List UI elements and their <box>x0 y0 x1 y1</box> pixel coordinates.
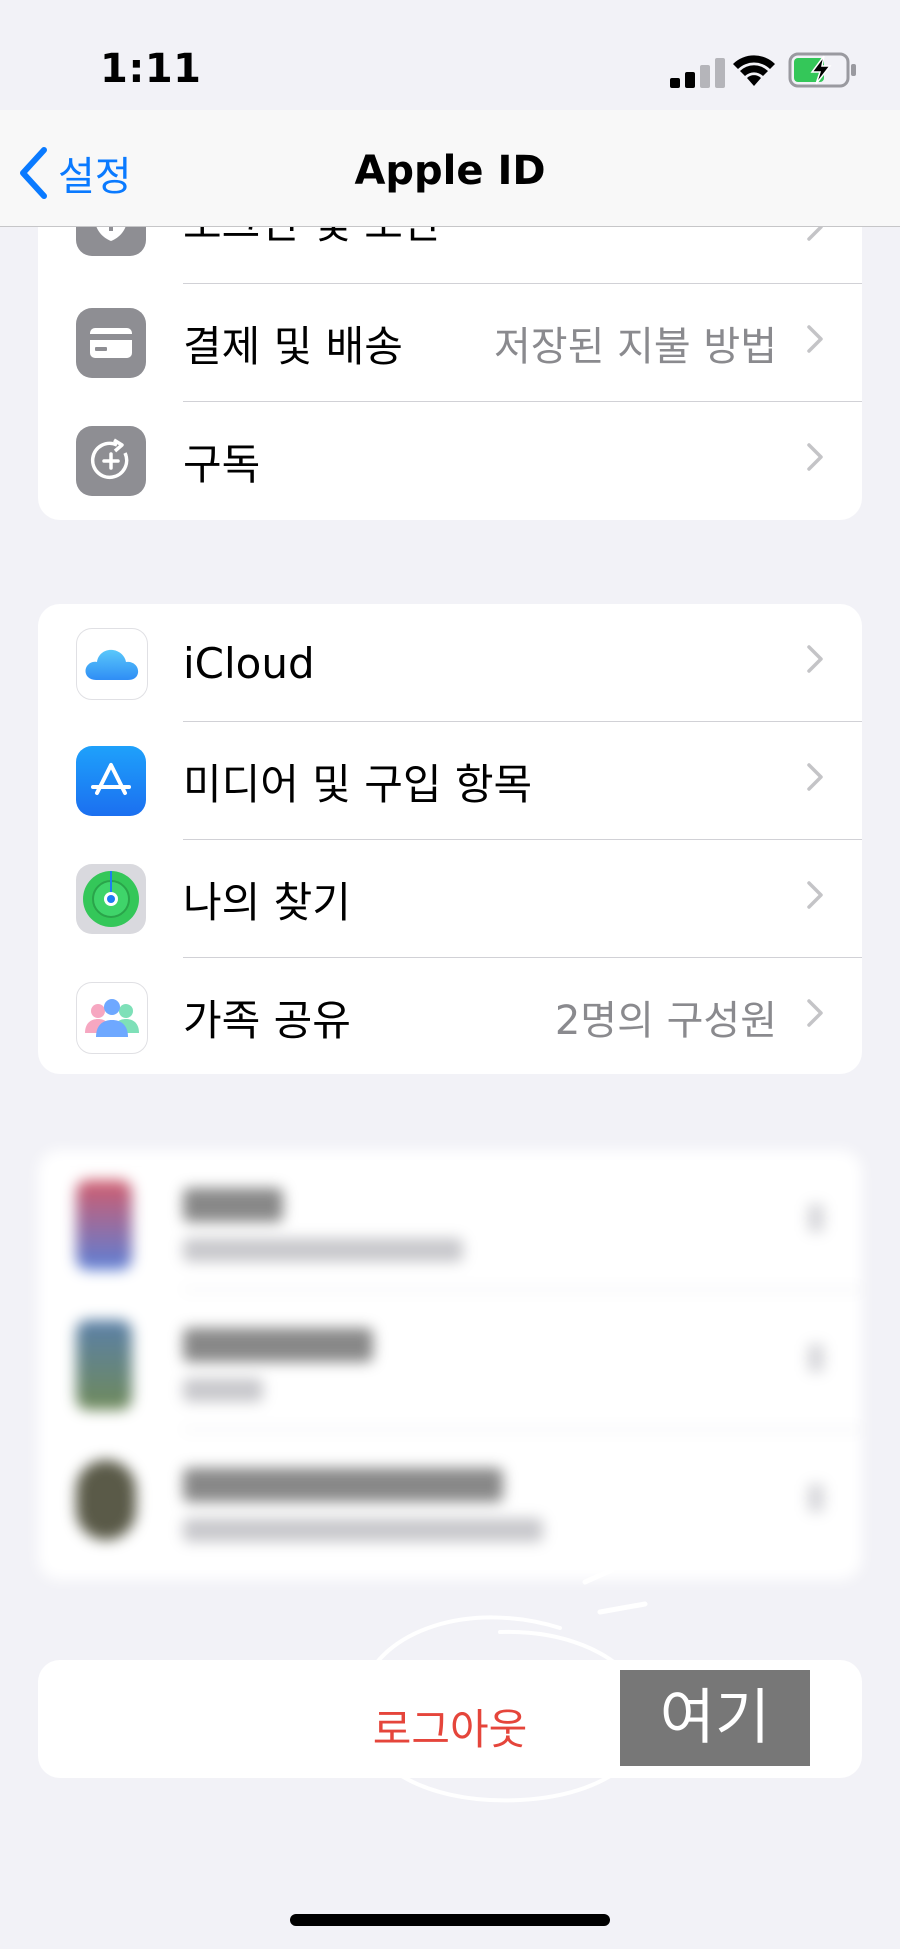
icloud-icon <box>76 628 148 700</box>
row-label: iCloud <box>183 638 315 688</box>
family-sharing-icon <box>76 982 148 1054</box>
row-icloud[interactable]: iCloud <box>38 604 862 722</box>
device-thumbnail <box>76 1180 132 1270</box>
row-payment-shipping[interactable]: 결제 및 배송 저장된 지불 방법 <box>38 284 862 402</box>
row-value: 2명의 구성원 <box>554 998 777 1044</box>
row-label: 가족 공유 <box>183 995 351 1045</box>
row-subscriptions[interactable]: 구독 <box>38 402 862 520</box>
services-group: iCloud 미디어 및 구입 항목 나의 찾기 가족 공유 2명의 구성원 <box>38 604 862 1074</box>
wifi-icon <box>733 55 775 86</box>
row-media-purchases[interactable]: 미디어 및 구입 항목 <box>38 722 862 840</box>
row-label: 구독 <box>183 439 261 489</box>
subscription-icon <box>76 426 146 496</box>
battery-charging-icon <box>788 52 856 88</box>
row-label: 미디어 및 구입 항목 <box>183 759 533 809</box>
device-row[interactable] <box>38 1430 862 1570</box>
chevron-right-icon <box>807 325 823 353</box>
chevron-right-icon <box>807 881 823 909</box>
chevron-right-icon <box>807 763 823 791</box>
credit-card-icon <box>76 308 146 378</box>
status-time: 1:11 <box>100 46 202 92</box>
annotation-label: 여기 <box>620 1670 810 1766</box>
devices-group-blurred <box>38 1150 862 1580</box>
device-thumbnail <box>76 1320 132 1410</box>
device-thumbnail <box>76 1460 136 1540</box>
row-label: 결제 및 배송 <box>183 321 403 371</box>
row-find-my[interactable]: 나의 찾기 <box>38 840 862 958</box>
chevron-right-icon <box>807 645 823 673</box>
page-title: Apple ID <box>354 148 546 194</box>
app-store-icon <box>76 746 146 816</box>
device-row[interactable] <box>38 1150 862 1290</box>
find-my-icon <box>76 864 146 934</box>
row-family-sharing[interactable]: 가족 공유 2명의 구성원 <box>38 958 862 1074</box>
row-label: 나의 찾기 <box>183 877 351 927</box>
home-indicator <box>290 1914 610 1926</box>
chevron-right-icon <box>807 443 823 471</box>
row-value: 저장된 지불 방법 <box>493 324 777 370</box>
navigation-bar: 설정 Apple ID <box>0 110 900 227</box>
device-row[interactable] <box>38 1290 862 1430</box>
cellular-signal-icon <box>670 58 725 88</box>
chevron-right-icon <box>807 999 823 1027</box>
